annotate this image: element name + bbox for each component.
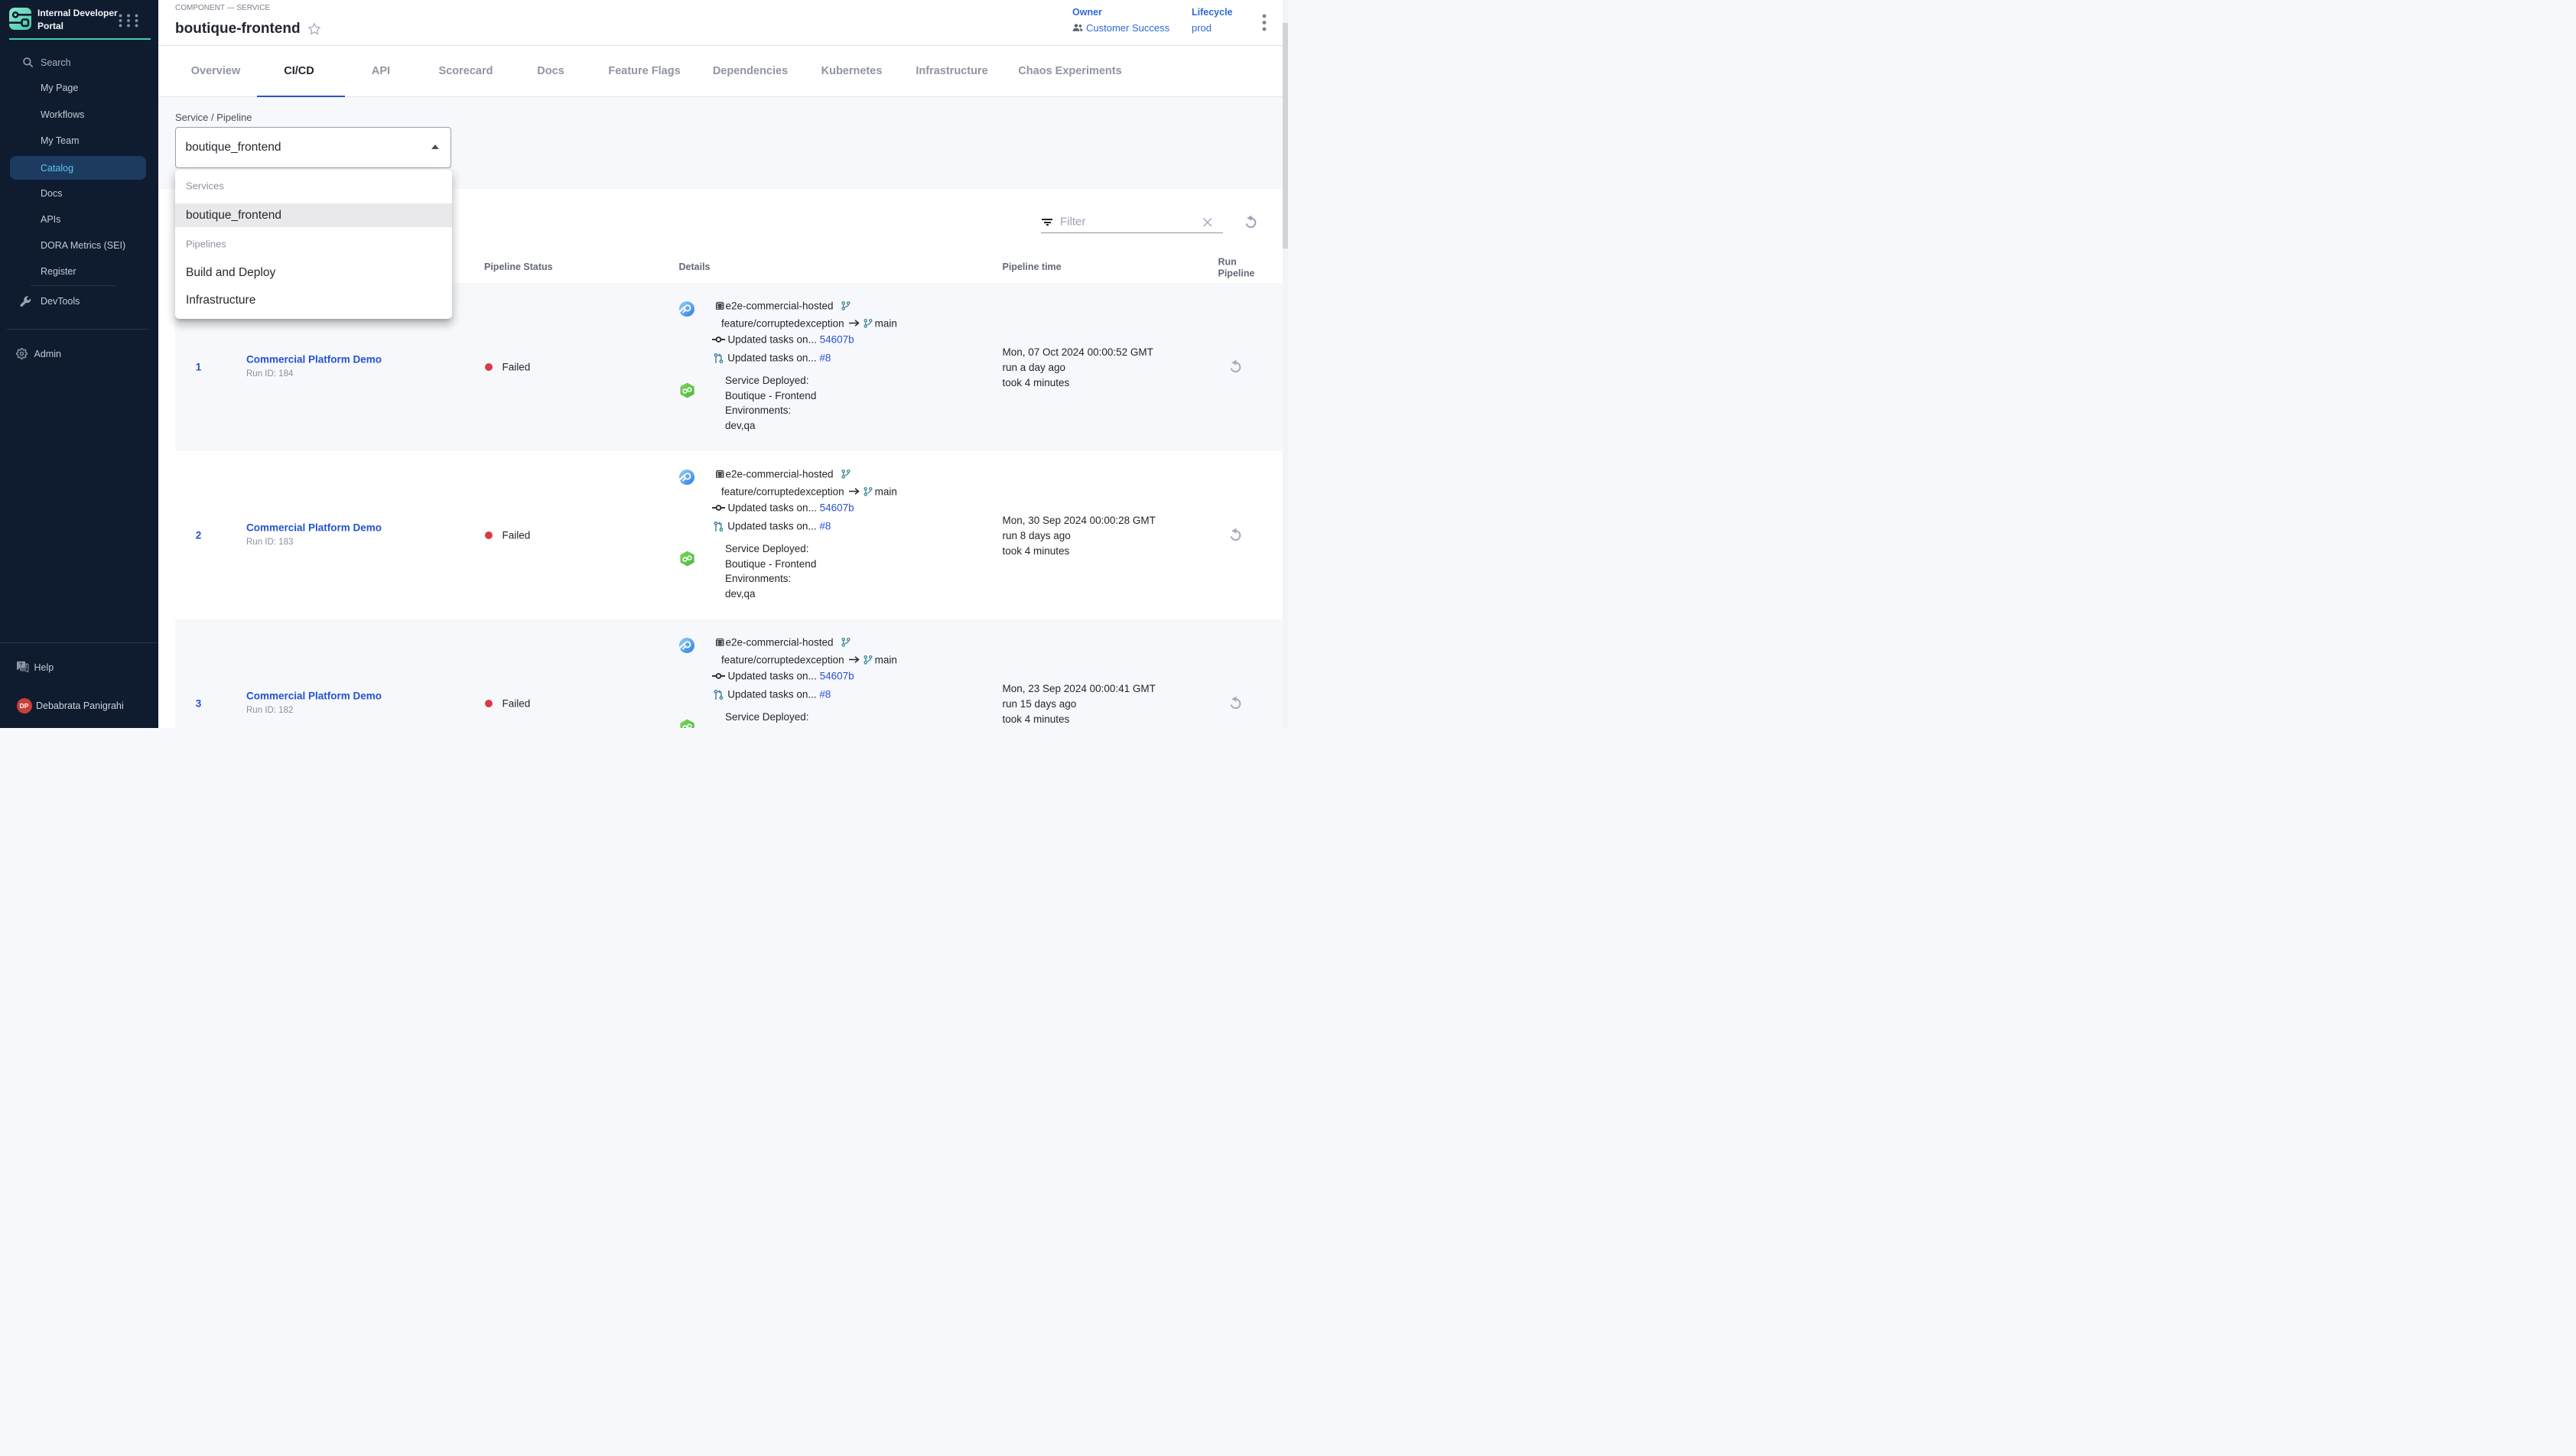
svg-text:?: ?: [19, 663, 22, 668]
